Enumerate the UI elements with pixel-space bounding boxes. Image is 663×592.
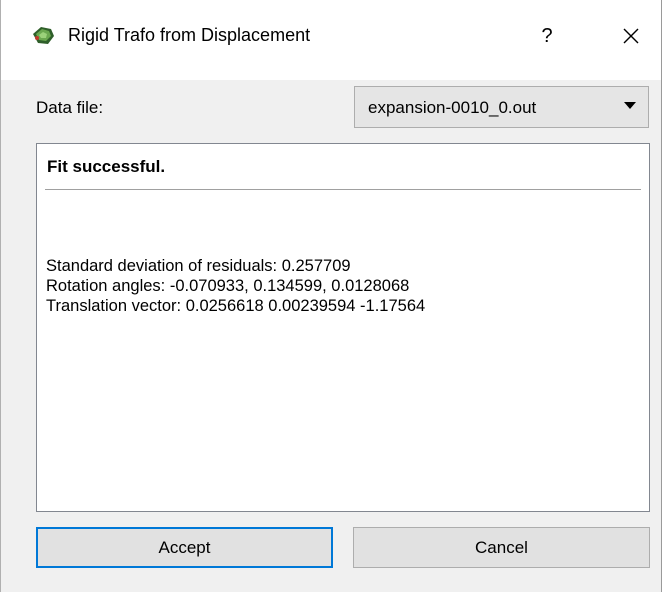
window-title: Rigid Trafo from Displacement: [68, 25, 311, 45]
data-file-label: Data file:: [36, 98, 104, 117]
data-file-select[interactable]: expansion-0010_0.out: [354, 86, 649, 128]
results-text: Standard deviation of residuals: 0.25770…: [46, 256, 425, 316]
cancel-button[interactable]: Cancel: [353, 527, 650, 568]
translation-vector-line: Translation vector: 0.0256618 0.00239594…: [46, 297, 426, 315]
rotation-angles-line: Rotation angles: -0.070933, 0.134599, 0.…: [46, 277, 410, 295]
dialog-window: Rigid Trafo from Displacement ? Data fil…: [0, 0, 662, 592]
data-file-value: expansion-0010_0.out: [368, 98, 537, 117]
results-heading: Fit successful.: [47, 157, 166, 176]
results-divider: [45, 189, 641, 190]
accept-button[interactable]: Accept: [36, 527, 333, 568]
residuals-line: Standard deviation of residuals: 0.25770…: [46, 257, 351, 275]
window-edge: [0, 0, 1, 592]
chevron-down-icon: [624, 102, 636, 109]
close-button[interactable]: [611, 20, 651, 52]
help-button[interactable]: ?: [527, 20, 567, 52]
close-icon: [623, 28, 639, 44]
app-icon: [33, 27, 54, 44]
results-panel: Fit successful. Standard deviation of re…: [36, 143, 650, 512]
title-bar[interactable]: Rigid Trafo from Displacement ?: [1, 0, 661, 80]
